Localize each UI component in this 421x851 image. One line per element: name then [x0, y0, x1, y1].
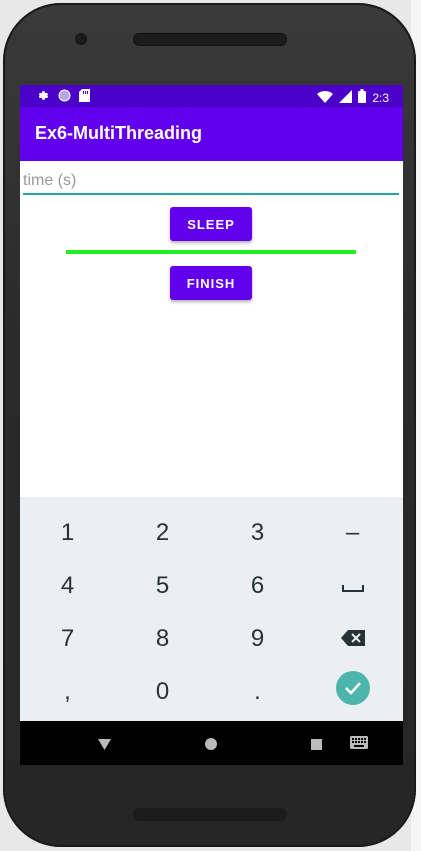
time-input[interactable] [23, 169, 399, 195]
main-content: SLEEP FINISH [20, 161, 403, 497]
space-icon [341, 572, 364, 600]
key-1[interactable]: 1 [20, 506, 115, 559]
home-icon[interactable] [205, 737, 217, 755]
key-3[interactable]: 3 [210, 506, 305, 559]
device-screen: 2:3 Ex6-MultiThreading SLEEP FINISH 1 2 … [20, 85, 403, 765]
progress-fill [66, 250, 356, 254]
key-done[interactable] [305, 665, 400, 718]
circle-icon [58, 89, 71, 105]
key-7[interactable]: 7 [20, 612, 115, 665]
app-bar: Ex6-MultiThreading [20, 107, 403, 161]
app-title: Ex6-MultiThreading [35, 123, 203, 143]
key-4[interactable]: 4 [20, 559, 115, 612]
key-minus[interactable]: – [305, 506, 400, 559]
key-space[interactable] [305, 559, 400, 612]
battery-icon [358, 89, 367, 106]
keyboard-switch-icon[interactable] [350, 736, 368, 754]
back-icon[interactable] [98, 737, 111, 755]
checkmark-icon [335, 671, 370, 712]
sleep-button[interactable]: SLEEP [170, 207, 252, 241]
signal-icon [339, 89, 353, 106]
top-speaker [133, 33, 287, 46]
key-2[interactable]: 2 [115, 506, 210, 559]
bottom-speaker [133, 808, 287, 821]
sd-card-icon [79, 89, 90, 105]
status-time: 2:3 [372, 90, 389, 105]
key-8[interactable]: 8 [115, 612, 210, 665]
recents-icon[interactable] [311, 737, 322, 755]
key-5[interactable]: 5 [115, 559, 210, 612]
key-comma[interactable]: , [20, 665, 115, 718]
key-period[interactable]: . [210, 665, 305, 718]
gear-icon [37, 89, 50, 105]
progress-bar [66, 250, 356, 254]
key-backspace[interactable] [305, 612, 400, 665]
phone-frame: 2:3 Ex6-MultiThreading SLEEP FINISH 1 2 … [3, 3, 416, 847]
key-6[interactable]: 6 [210, 559, 305, 612]
numeric-keyboard: 1 2 3 – 4 5 6 7 8 9 , 0 . [20, 497, 403, 721]
key-0[interactable]: 0 [115, 665, 210, 718]
status-bar: 2:3 [20, 85, 403, 107]
key-9[interactable]: 9 [210, 612, 305, 665]
navigation-bar [20, 721, 403, 765]
finish-button[interactable]: FINISH [170, 266, 252, 300]
backspace-icon [340, 625, 365, 653]
wifi-icon [317, 90, 334, 106]
front-camera [75, 33, 87, 45]
